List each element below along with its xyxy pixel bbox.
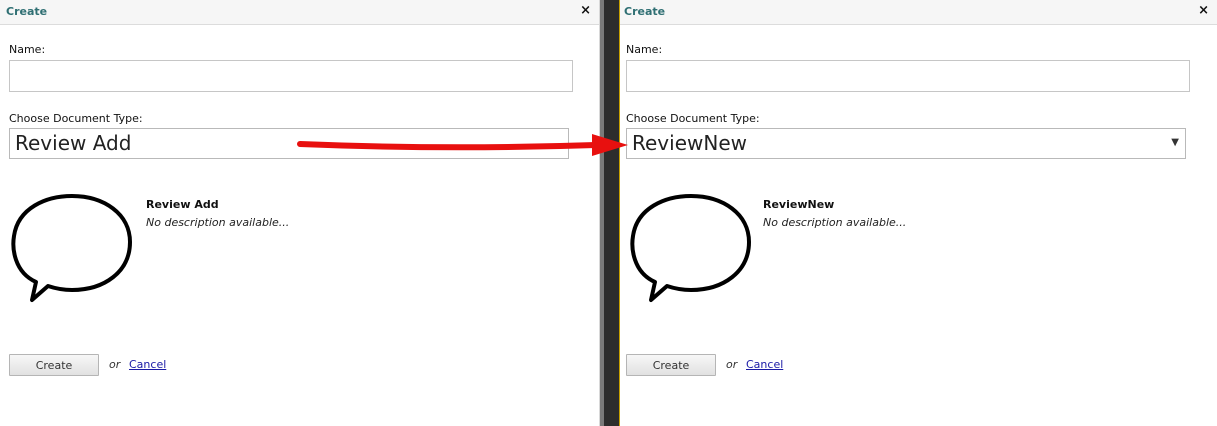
dialog-title: Create — [624, 5, 666, 18]
dialog-titlebar: Create × — [620, 0, 1217, 25]
document-type-select[interactable]: ReviewNew ▼ — [626, 128, 1186, 159]
dialog-title: Create — [6, 5, 48, 18]
document-type-selected-value: ReviewNew — [632, 131, 747, 155]
cancel-link[interactable]: Cancel — [129, 358, 166, 371]
document-type-selected-value: Review Add — [15, 131, 132, 155]
close-icon[interactable]: × — [1198, 3, 1209, 19]
create-button[interactable]: Create — [626, 354, 716, 376]
document-type-title: Review Add — [146, 198, 219, 211]
document-type-label: Choose Document Type: — [626, 112, 760, 125]
speech-bubble-icon — [11, 194, 132, 302]
chevron-down-icon[interactable]: ▼ — [1171, 137, 1179, 148]
create-dialog-left: Create × Name: Choose Document Type: Rev… — [0, 0, 600, 426]
create-button[interactable]: Create — [9, 354, 99, 376]
document-type-description: No description available... — [763, 216, 907, 229]
cancel-link[interactable]: Cancel — [746, 358, 783, 371]
dialog-titlebar: Create × — [0, 0, 599, 25]
close-icon[interactable]: × — [580, 3, 591, 19]
document-type-description: No description available... — [146, 216, 290, 229]
document-type-label: Choose Document Type: — [9, 112, 143, 125]
divider — [600, 0, 619, 426]
create-dialog-right: Create × Name: Choose Document Type: Rev… — [619, 0, 1217, 426]
or-text: or — [726, 358, 738, 371]
document-type-title: ReviewNew — [763, 198, 835, 211]
or-text: or — [109, 358, 121, 371]
speech-bubble-icon — [630, 194, 751, 302]
name-input[interactable] — [9, 60, 573, 92]
name-label: Name: — [626, 43, 663, 56]
name-input[interactable] — [626, 60, 1190, 92]
document-type-select[interactable]: Review Add — [9, 128, 569, 159]
name-label: Name: — [9, 43, 46, 56]
